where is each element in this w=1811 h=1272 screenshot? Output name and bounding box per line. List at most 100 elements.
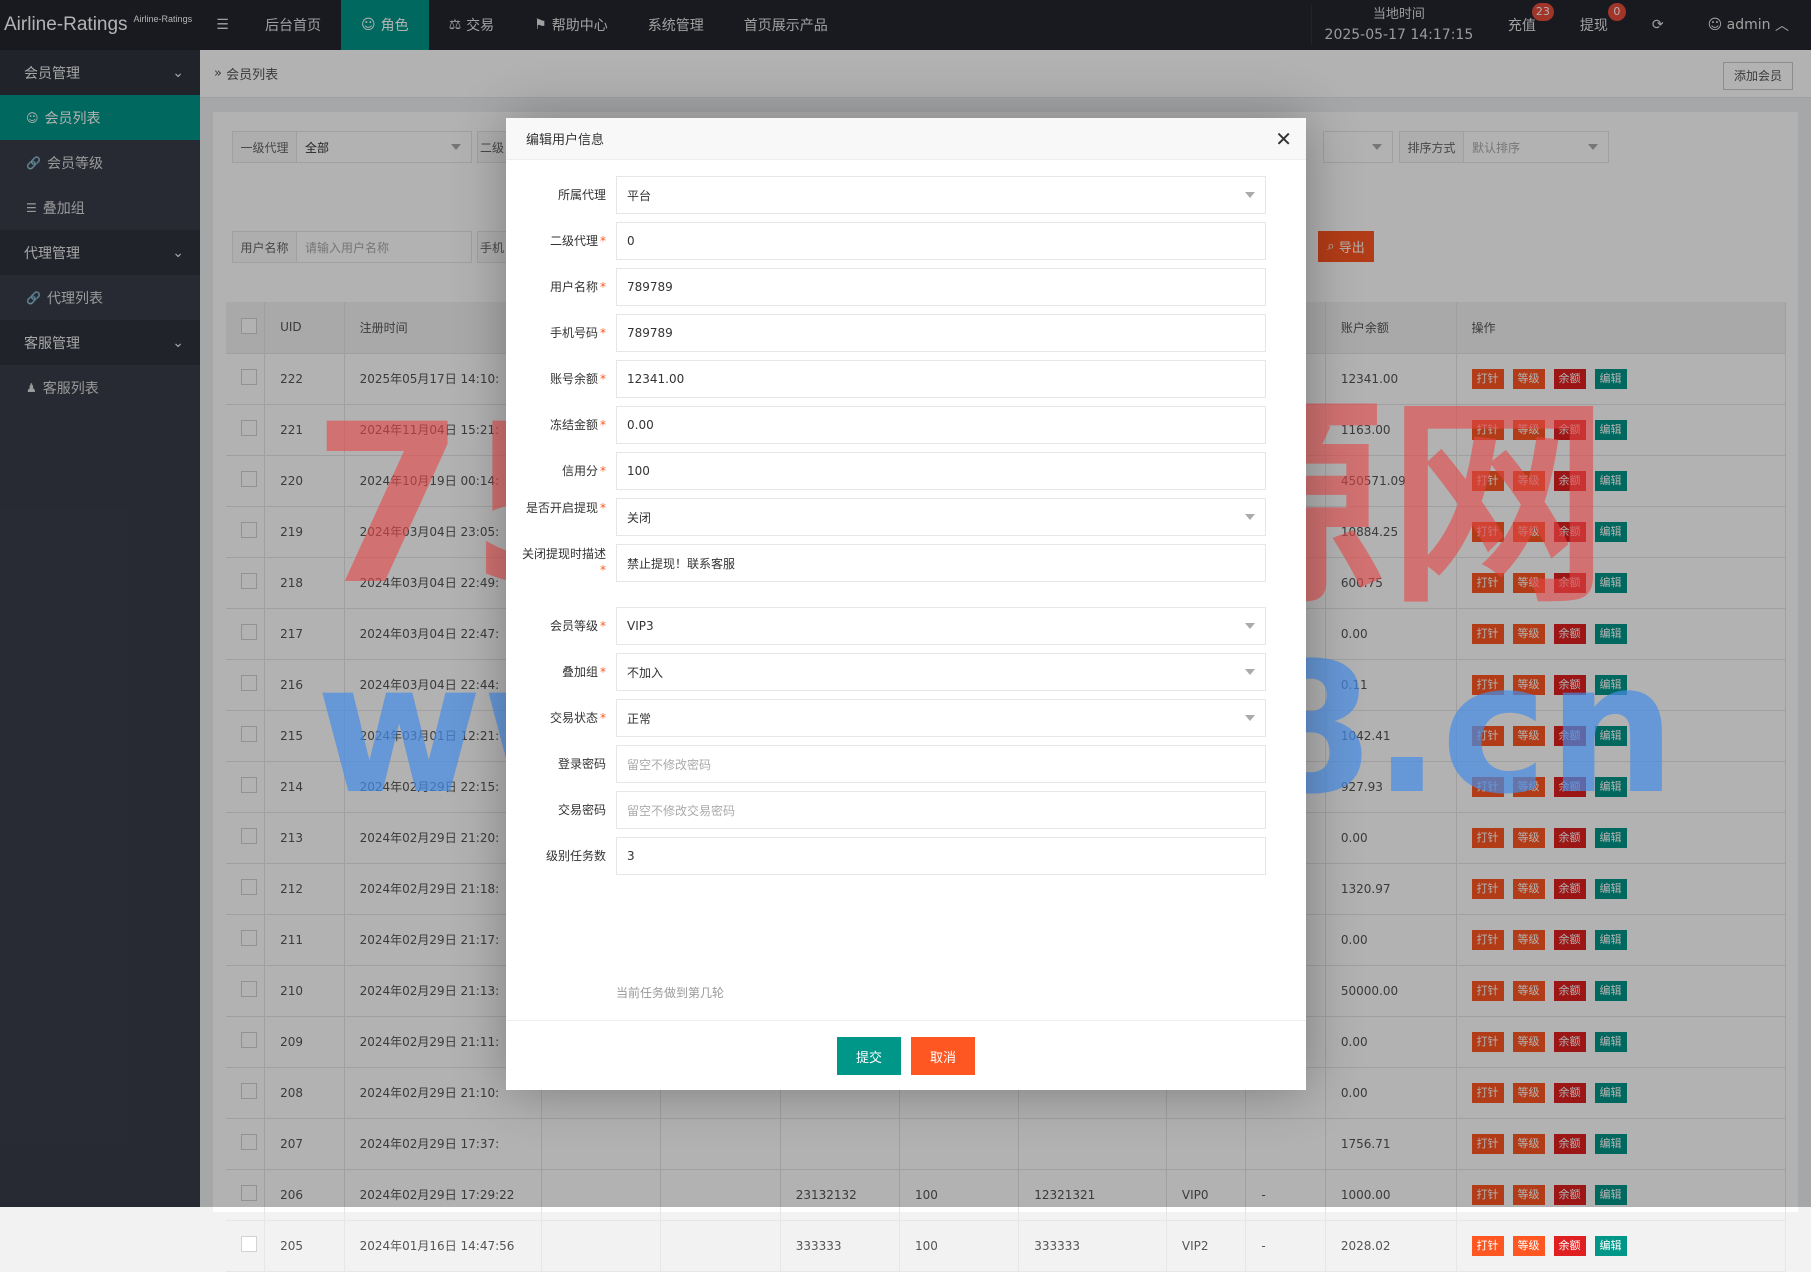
task-count-help: 当前任务做到第几轮 [616,986,725,1000]
form-row: 手机号码 * 789789 [506,314,1306,352]
required-mark: * [600,234,606,248]
form-select[interactable]: 平台 [616,176,1266,214]
form-input[interactable]: 100 [616,452,1266,490]
form-label: 冻结金额 * [516,417,606,433]
table-cell [660,1220,781,1272]
form-label-text: 交易状态 [549,711,598,725]
required-mark: * [600,372,606,386]
form-select[interactable]: 关闭 [616,498,1266,536]
form-input[interactable]: 禁止提现！联系客服 [616,544,1266,582]
table-cell [541,1220,662,1272]
form-label-text: 关闭提现时描述 [521,547,606,561]
modal-footer-divider [506,1020,1306,1021]
form-label-text: 二级代理 [549,234,598,248]
chevron-down-icon [1245,669,1255,675]
modal-header: 编辑用户信息 [506,118,1306,160]
form-input[interactable]: 3 [616,837,1266,875]
form-row: 级别任务数 3 [506,837,1306,875]
form-label-text: 信用分 [561,464,598,478]
chevron-down-icon [1245,623,1255,629]
form-label: 登录密码 [516,756,606,772]
form-label: 是否开启提现 * [516,500,606,516]
row-checkbox-cell[interactable] [226,1220,266,1272]
form-label-text: 交易密码 [557,803,606,817]
balance-button[interactable]: 余额 [1553,1235,1586,1256]
form-value: 正常 [627,711,652,726]
modal-title: 编辑用户信息 [526,133,605,148]
form-input[interactable]: 0.00 [616,406,1266,444]
form-value: VIP3 [627,619,654,633]
table-cell: 2028.02 [1325,1220,1457,1272]
form-value: 0.00 [627,418,654,432]
form-input[interactable]: 789789 [616,268,1266,306]
form-label: 用户名称 * [516,279,606,295]
form-row: 交易状态 * 正常 [506,699,1306,737]
form-label: 级别任务数 [516,848,606,864]
form-label: 交易状态 * [516,710,606,726]
form-value: 平台 [627,188,652,203]
form-row: 叠加组 * 不加入 [506,653,1306,691]
row-actions: 打针 等级 余额 编辑 [1456,1220,1786,1272]
table-cell: 333333 [780,1220,900,1272]
form-value: 禁止提现！联系客服 [627,556,736,571]
required-mark: * [600,418,606,432]
form-row: 账号余额 * 12341.00 [506,360,1306,398]
form-label-text: 账号余额 [549,372,598,386]
cancel-button[interactable]: 取消 [911,1037,975,1075]
form-row: 会员等级 * VIP3 [506,607,1306,645]
inject-button[interactable]: 打针 [1471,1235,1504,1256]
table-row: 205 2024年01月16日 14:47:56 333333 100 333333 VI… [226,1220,1786,1272]
form-label: 信用分 * [516,463,606,479]
chevron-down-icon [1245,715,1255,721]
form-label: 会员等级 * [516,618,606,634]
form-input[interactable]: 留空不修改密码 [616,745,1266,783]
required-mark: * [600,464,606,478]
close-icon[interactable]: ✕ [1275,129,1292,149]
edit-user-modal: 编辑用户信息 ✕ 当前任务做到第几轮 提交 取消 所属代理 平台 二级代理 * 0 用户名… [506,118,1306,1090]
form-input[interactable]: 留空不修改交易密码 [616,791,1266,829]
form-label-text: 登录密码 [557,757,606,771]
form-input[interactable]: 0 [616,222,1266,260]
chevron-down-icon [1245,192,1255,198]
table-cell: - [1245,1220,1326,1272]
edit-button[interactable]: 编辑 [1594,1235,1627,1256]
submit-button[interactable]: 提交 [837,1037,901,1075]
required-mark: * [600,619,606,633]
form-placeholder: 留空不修改密码 [627,757,712,772]
table-cell: 333333 [1018,1220,1167,1272]
required-mark: * [600,501,606,515]
form-select[interactable]: VIP3 [616,607,1266,645]
required-mark: * [600,326,606,340]
form-select[interactable]: 正常 [616,699,1266,737]
required-mark: * [600,711,606,725]
form-row: 是否开启提现 * 关闭 [506,498,1306,536]
form-label: 交易密码 [516,802,606,818]
form-value: 789789 [627,280,673,294]
required-mark: * [600,665,606,679]
form-value: 0 [627,234,635,248]
form-value: 关闭 [627,510,652,525]
form-row: 关闭提现时描述 * 禁止提现！联系客服 [506,544,1306,582]
form-label: 手机号码 * [516,325,606,341]
form-row: 所属代理 平台 [506,176,1306,214]
form-row: 信用分 * 100 [506,452,1306,490]
table-cell: 205 [264,1220,345,1272]
form-select[interactable]: 不加入 [616,653,1266,691]
form-value: 100 [627,464,650,478]
checkbox[interactable] [241,1236,257,1252]
form-label-text: 手机号码 [549,326,598,340]
form-label: 所属代理 [516,187,606,203]
form-label: 关闭提现时描述 * [516,546,606,578]
form-label-text: 级别任务数 [545,849,606,863]
form-row: 冻结金额 * 0.00 [506,406,1306,444]
form-input[interactable]: 789789 [616,314,1266,352]
form-row: 交易密码 留空不修改交易密码 [506,791,1306,829]
form-label-text: 是否开启提现 [525,501,598,515]
table-cell: VIP2 [1166,1220,1247,1272]
form-value: 3 [627,849,635,863]
level-button[interactable]: 等级 [1512,1235,1545,1256]
form-row: 用户名称 * 789789 [506,268,1306,306]
form-input[interactable]: 12341.00 [616,360,1266,398]
form-value: 12341.00 [627,372,685,386]
action-group: 打针 等级 余额 编辑 [1471,1235,1785,1256]
